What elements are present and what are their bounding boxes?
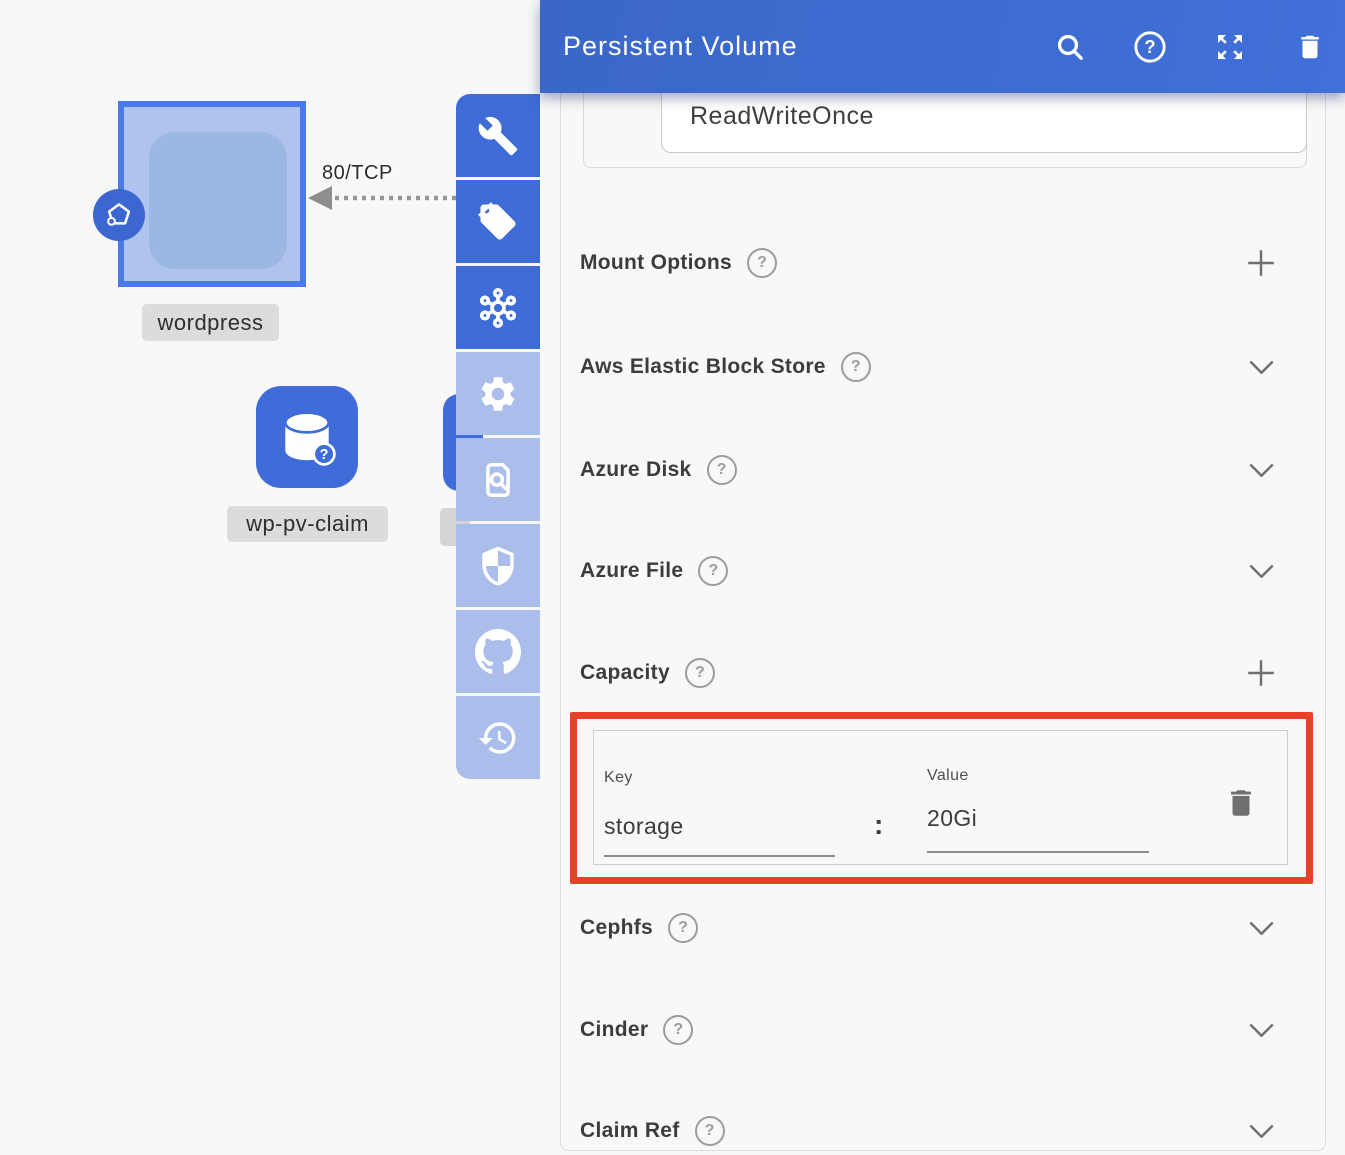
section-aws-ebs: Aws Elastic Block Store ? — [580, 345, 1306, 389]
help-icon[interactable]: ? — [747, 248, 777, 278]
pod-pentagon-icon — [93, 189, 145, 241]
section-cinder: Cinder ? — [580, 1008, 1306, 1052]
header-actions: ? — [1053, 0, 1327, 93]
add-button[interactable] — [1244, 246, 1278, 280]
access-mode-value: ReadWriteOnce — [690, 102, 874, 131]
section-label: Mount Options — [580, 251, 732, 275]
expand-button[interactable] — [1244, 1013, 1278, 1047]
delete-button[interactable] — [1293, 30, 1327, 64]
section-label: Aws Elastic Block Store — [580, 355, 826, 379]
chevron-down-icon — [1249, 1124, 1274, 1139]
help-icon: ? — [1133, 30, 1167, 64]
node-wordpress-inner-pod — [149, 132, 287, 269]
expand-button[interactable] — [1244, 350, 1278, 384]
tools-wrench-button[interactable] — [456, 94, 540, 177]
drawer-header: Persistent Volume ? — [540, 0, 1345, 93]
history-icon — [477, 717, 519, 759]
settings-button[interactable] — [456, 352, 540, 435]
value-input-underline — [927, 851, 1149, 853]
github-button[interactable] — [456, 610, 540, 693]
gear-icon — [477, 373, 519, 415]
help-icon[interactable]: ? — [695, 1116, 725, 1146]
node-wp-pv-claim[interactable]: ? — [256, 386, 358, 488]
expand-button[interactable] — [1244, 554, 1278, 588]
chevron-down-icon — [1249, 921, 1274, 936]
key-input[interactable]: storage — [604, 813, 684, 840]
section-label: Cephfs — [580, 916, 653, 940]
drawer-title: Persistent Volume — [563, 31, 798, 62]
github-icon — [475, 629, 521, 675]
shield-button[interactable] — [456, 524, 540, 607]
section-label: Azure Disk — [580, 458, 692, 482]
wrench-icon — [477, 115, 519, 157]
search-button[interactable] — [1053, 30, 1087, 64]
plus-icon — [1245, 247, 1277, 279]
trash-icon — [1295, 32, 1325, 62]
edge-port-label: 80/TCP — [322, 162, 393, 185]
help-icon[interactable]: ? — [841, 352, 871, 382]
chevron-down-icon — [1249, 463, 1274, 478]
form-card — [560, 58, 1326, 1151]
key-label: Key — [604, 769, 633, 787]
value-input[interactable]: 20Gi — [927, 805, 977, 832]
section-cephfs: Cephfs ? — [580, 906, 1306, 950]
kv-separator: : — [874, 809, 883, 841]
section-label: Claim Ref — [580, 1119, 680, 1143]
help-icon[interactable]: ? — [663, 1015, 693, 1045]
svg-text:?: ? — [320, 447, 329, 463]
capacity-entry-card: Key storage : Value 20Gi — [593, 730, 1288, 865]
help-icon[interactable]: ? — [668, 913, 698, 943]
hub-icon — [475, 285, 521, 331]
expand-arrows-icon — [1214, 31, 1246, 63]
persistent-volume-drawer: ReadWriteOnce Mount Options ? Aws Elasti… — [540, 0, 1345, 1155]
help-button[interactable]: ? — [1133, 30, 1167, 64]
hub-button[interactable] — [456, 266, 540, 349]
section-label: Cinder — [580, 1018, 648, 1042]
tags-button[interactable] — [456, 180, 540, 263]
shield-icon — [477, 545, 519, 587]
history-button[interactable] — [456, 696, 540, 779]
expand-button[interactable] — [1244, 911, 1278, 945]
section-capacity: Capacity ? — [580, 651, 1306, 695]
wordpress-node-label: wordpress — [142, 304, 279, 341]
add-button[interactable] — [1244, 656, 1278, 690]
highlight-annotation-box: Key storage : Value 20Gi — [570, 712, 1313, 884]
database-icon: ? — [276, 406, 338, 468]
chevron-down-icon — [1249, 1023, 1274, 1038]
section-claim-ref: Claim Ref ? — [580, 1109, 1306, 1153]
expand-button[interactable] — [1244, 453, 1278, 487]
section-label: Azure File — [580, 559, 683, 583]
expand-button[interactable] — [1244, 1114, 1278, 1148]
tag-icon — [477, 201, 519, 243]
search-icon — [1054, 31, 1086, 63]
chevron-down-icon — [1249, 360, 1274, 375]
delete-entry-button[interactable] — [1222, 784, 1260, 822]
key-input-underline — [604, 855, 835, 857]
value-label: Value — [927, 767, 969, 785]
help-icon[interactable]: ? — [707, 455, 737, 485]
expand-button[interactable] — [1213, 30, 1247, 64]
node-wordpress-deployment[interactable] — [118, 101, 306, 287]
section-azure-disk: Azure Disk ? — [580, 448, 1306, 492]
document-search-button[interactable] — [456, 438, 540, 521]
vertical-toolbar — [456, 94, 540, 779]
help-icon[interactable]: ? — [698, 556, 728, 586]
section-label: Capacity — [580, 661, 670, 685]
chevron-down-icon — [1249, 564, 1274, 579]
wp-pv-claim-node-label: wp-pv-claim — [227, 506, 388, 542]
svg-text:?: ? — [1144, 36, 1155, 57]
help-icon[interactable]: ? — [685, 658, 715, 688]
section-azure-file: Azure File ? — [580, 549, 1306, 593]
section-mount-options: Mount Options ? — [580, 241, 1306, 285]
trash-icon — [1224, 786, 1258, 820]
document-search-icon — [476, 458, 520, 502]
plus-icon — [1245, 657, 1277, 689]
